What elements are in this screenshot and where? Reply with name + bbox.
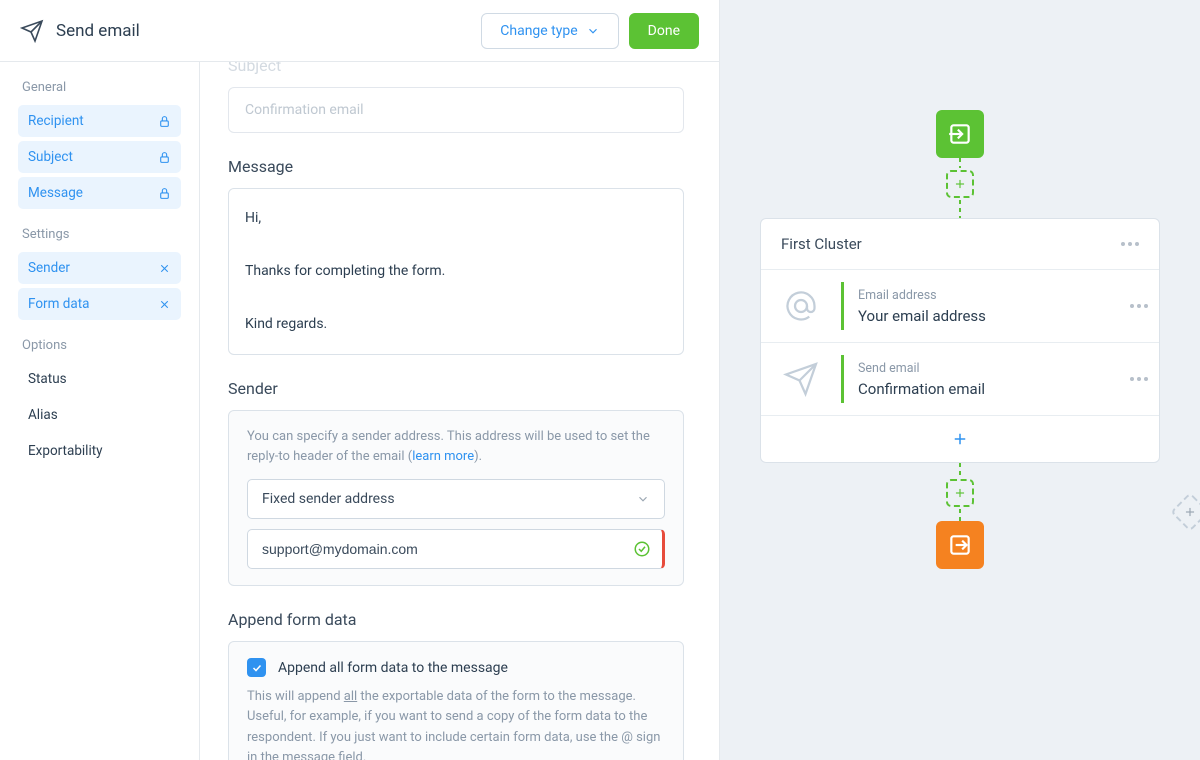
subject-section: Subject Confirmation email bbox=[228, 62, 691, 133]
cluster-row-email-address[interactable]: Email address Your email address bbox=[761, 270, 1159, 343]
more-icon[interactable] bbox=[1130, 304, 1148, 308]
append-help-text: This will append all the exportable data… bbox=[247, 687, 665, 760]
editor-panel: Send email Change type Done General Reci… bbox=[0, 0, 720, 760]
sidebar-item-exportability[interactable]: Exportability bbox=[18, 435, 181, 467]
sidebar-item-message[interactable]: Message bbox=[18, 177, 181, 209]
lock-icon bbox=[157, 186, 171, 200]
change-type-button[interactable]: Change type bbox=[481, 13, 618, 49]
message-line: Kind regards. bbox=[245, 311, 667, 338]
append-checkbox[interactable] bbox=[247, 658, 266, 677]
sidebar-item-status[interactable]: Status bbox=[18, 363, 181, 395]
cluster-row-title: Your email address bbox=[858, 307, 1105, 325]
cluster-add-button[interactable] bbox=[761, 416, 1159, 462]
more-icon[interactable] bbox=[1121, 242, 1139, 246]
close-icon[interactable] bbox=[157, 297, 171, 311]
sidebar-item-recipient[interactable]: Recipient bbox=[18, 105, 181, 137]
cluster-header[interactable]: First Cluster bbox=[761, 219, 1159, 270]
branch-add-dropzone[interactable] bbox=[1170, 492, 1200, 532]
message-line: Hi, bbox=[245, 205, 667, 232]
sender-address-input[interactable] bbox=[247, 529, 665, 569]
subject-input[interactable]: Confirmation email bbox=[228, 87, 684, 133]
close-icon[interactable] bbox=[157, 261, 171, 275]
append-checkbox-label: Append all form data to the message bbox=[278, 660, 508, 676]
more-icon[interactable] bbox=[1130, 377, 1148, 381]
cluster-row-type: Send email bbox=[858, 361, 1105, 376]
sender-help-text: You can specify a sender address. This a… bbox=[247, 427, 665, 467]
flow-start-node[interactable] bbox=[936, 110, 984, 158]
cluster-row-type: Email address bbox=[858, 288, 1105, 303]
sender-panel: You can specify a sender address. This a… bbox=[228, 410, 684, 586]
message-heading: Message bbox=[228, 157, 691, 176]
sidebar-group-general: General bbox=[22, 80, 181, 95]
paper-plane-icon bbox=[20, 19, 44, 43]
done-button[interactable]: Done bbox=[629, 13, 699, 49]
lock-icon bbox=[157, 114, 171, 128]
paper-plane-icon bbox=[761, 343, 841, 415]
lock-icon bbox=[157, 150, 171, 164]
sidebar-item-form-data[interactable]: Form data bbox=[18, 288, 181, 320]
cluster-row-send-email[interactable]: Send email Confirmation email bbox=[761, 343, 1159, 416]
chevron-down-icon bbox=[586, 24, 600, 38]
learn-more-link[interactable]: learn more bbox=[412, 449, 474, 464]
at-icon bbox=[761, 270, 841, 342]
sidebar-group-settings: Settings bbox=[22, 227, 181, 242]
check-circle-icon bbox=[633, 540, 651, 558]
flow-add-dropzone[interactable] bbox=[946, 170, 974, 198]
message-textarea[interactable]: Hi, Thanks for completing the form. Kind… bbox=[228, 188, 684, 355]
subject-heading: Subject bbox=[228, 62, 691, 75]
flow-canvas[interactable]: First Cluster Email address Your email a… bbox=[720, 0, 1200, 760]
sender-mode-select[interactable]: Fixed sender address bbox=[247, 479, 665, 519]
message-line: Thanks for completing the form. bbox=[245, 258, 667, 285]
sender-heading: Sender bbox=[228, 379, 691, 398]
page-title: Send email bbox=[56, 21, 140, 41]
sidebar-item-sender[interactable]: Sender bbox=[18, 252, 181, 284]
editor-content: Subject Confirmation email Message Hi, T… bbox=[200, 62, 719, 760]
cluster-row-title: Confirmation email bbox=[858, 380, 1105, 398]
flow-cluster: First Cluster Email address Your email a… bbox=[760, 218, 1160, 463]
sidebar-nav: General Recipient Subject Message Settin… bbox=[0, 62, 200, 760]
append-panel: Append all form data to the message This… bbox=[228, 641, 684, 760]
append-heading: Append form data bbox=[228, 610, 691, 629]
chevron-down-icon bbox=[636, 492, 650, 506]
sidebar-group-options: Options bbox=[22, 338, 181, 353]
flow-end-node[interactable] bbox=[936, 521, 984, 569]
flow-add-dropzone[interactable] bbox=[946, 479, 974, 507]
sidebar-item-alias[interactable]: Alias bbox=[18, 399, 181, 431]
sidebar-item-subject[interactable]: Subject bbox=[18, 141, 181, 173]
editor-header: Send email Change type Done bbox=[0, 0, 719, 62]
